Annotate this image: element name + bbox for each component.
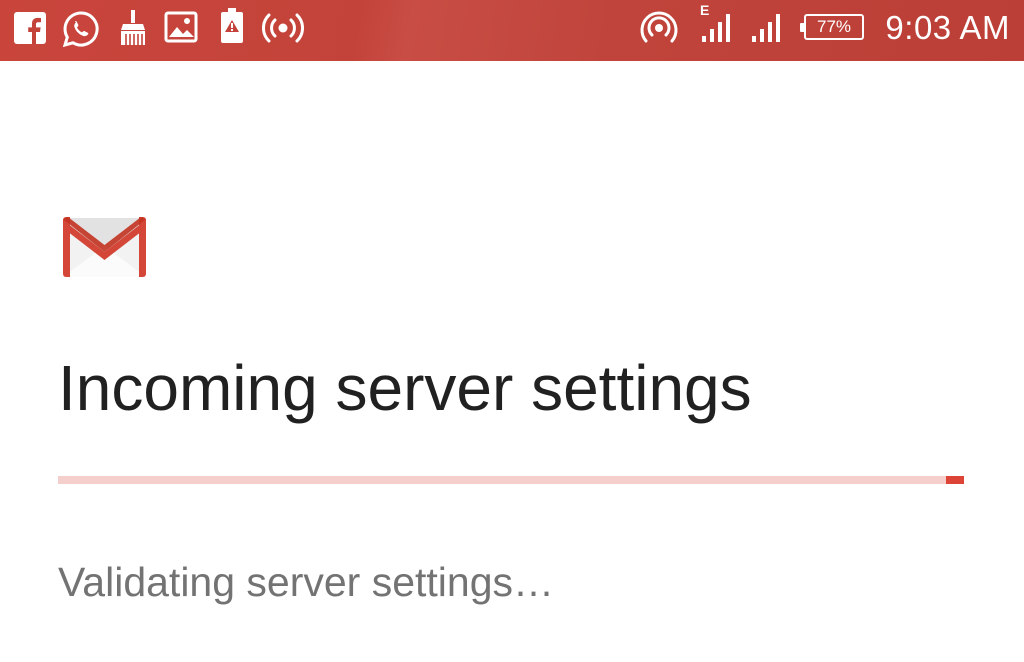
gallery-image-icon xyxy=(164,11,198,47)
status-message: Validating server settings… xyxy=(58,559,555,605)
cleaner-broom-icon xyxy=(117,10,149,46)
signal-strength-icon xyxy=(702,14,738,50)
whatsapp-icon xyxy=(62,10,100,48)
gmail-icon xyxy=(60,214,149,279)
status-bar: E 77% 9:03 AM xyxy=(0,0,1024,61)
facebook-icon xyxy=(14,12,46,48)
status-clock: 9:03 AM xyxy=(885,9,1010,46)
progress-bar xyxy=(58,476,964,484)
progress-bar-indicator xyxy=(946,476,964,484)
battery-level: 77% xyxy=(816,17,852,36)
battery-icon: 77% xyxy=(800,14,864,40)
signal-strength-icon xyxy=(752,14,788,50)
portable-hotspot-icon xyxy=(640,10,678,46)
hotspot-broadcast-icon xyxy=(262,12,304,48)
battery-warning-icon xyxy=(220,8,244,44)
page-title: Incoming server settings xyxy=(58,352,752,424)
